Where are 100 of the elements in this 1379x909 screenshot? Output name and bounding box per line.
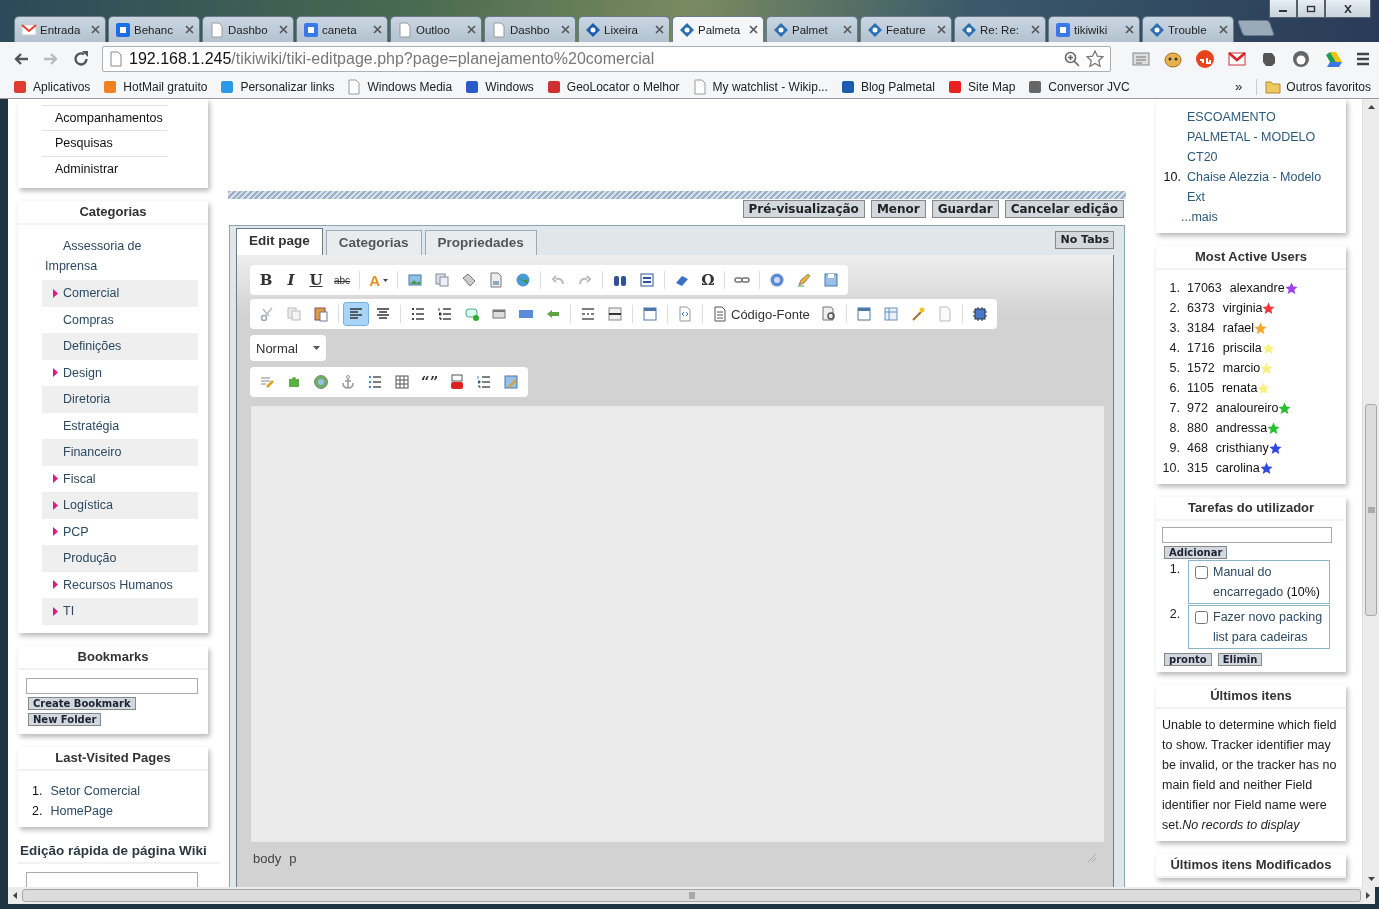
close-button[interactable] xyxy=(1325,0,1371,18)
format-button[interactable]: I xyxy=(279,268,303,292)
align-left-icon[interactable] xyxy=(343,302,369,326)
expand-icon[interactable] xyxy=(53,527,58,537)
input-field[interactable] xyxy=(26,871,198,887)
caret-icon[interactable] xyxy=(382,278,388,282)
browser-tab[interactable]: Entrada xyxy=(14,16,106,42)
category-item[interactable]: PCP xyxy=(42,518,198,545)
form-button[interactable]: pronto xyxy=(1164,653,1212,666)
scrollbar[interactable] xyxy=(8,887,1375,904)
user-link[interactable]: virginia xyxy=(1222,298,1263,318)
category-item[interactable]: Compras xyxy=(42,306,198,333)
browser-tab[interactable]: Re: Re: xyxy=(954,16,1046,42)
format-dropdown[interactable]: Normal xyxy=(250,335,326,361)
category-item[interactable]: Produção xyxy=(42,545,198,572)
bookmark-link[interactable]: Aplicativos xyxy=(12,78,91,95)
browser-tab[interactable]: caneta xyxy=(296,16,388,42)
category-item[interactable]: Financeiro xyxy=(42,439,198,466)
expand-icon[interactable] xyxy=(53,288,58,298)
format-button[interactable]: Ω xyxy=(695,268,720,292)
form-button[interactable]: Elimin xyxy=(1217,653,1263,666)
checkbox[interactable] xyxy=(1195,611,1208,624)
bookmark-link[interactable]: HotMail gratuito xyxy=(102,78,208,95)
resize-handle-icon[interactable] xyxy=(1087,853,1097,863)
browser-tab[interactable]: Trouble xyxy=(1142,16,1234,42)
close-icon[interactable] xyxy=(561,25,570,34)
expand-icon[interactable] xyxy=(53,500,58,510)
grip-icon[interactable] xyxy=(1367,507,1375,513)
category-item[interactable]: Fiscal xyxy=(42,465,198,492)
bookmark-link[interactable]: Site Map xyxy=(946,78,1016,95)
close-icon[interactable] xyxy=(749,25,758,34)
element-path-link[interactable]: p xyxy=(289,850,297,866)
bookmark-link[interactable]: Personalizar links xyxy=(219,78,335,95)
address-field[interactable]: 192.168.1.245/tikiwiki/tiki-editpage.php?page=planejamento%20comercial xyxy=(102,45,1111,72)
menu-link[interactable]: Administrar xyxy=(42,157,167,182)
zoom-icon[interactable] xyxy=(1064,50,1080,67)
user-link[interactable]: analoureiro xyxy=(1215,398,1279,418)
user-link[interactable]: andressa xyxy=(1215,418,1268,438)
maximize-button[interactable] xyxy=(1297,0,1325,18)
ring-icon[interactable] xyxy=(1291,48,1311,69)
circle-logo-icon[interactable] xyxy=(1195,48,1215,69)
item-link[interactable]: ESCOAMENTO PALMETAL - MODELO CT20 xyxy=(1187,107,1327,167)
action-button[interactable]: Menor xyxy=(870,200,926,218)
close-icon[interactable] xyxy=(1125,25,1134,34)
menu-link[interactable]: Pesquisas xyxy=(42,131,167,157)
bookmark-folder[interactable]: Outros favoritos xyxy=(1256,78,1371,95)
close-icon[interactable] xyxy=(843,25,852,34)
no-tabs-button[interactable]: No Tabs xyxy=(1055,231,1114,249)
close-icon[interactable] xyxy=(279,25,288,34)
user-link[interactable]: renata xyxy=(1221,378,1258,398)
bookmark-link[interactable]: Conversor JVC xyxy=(1027,78,1130,95)
action-button[interactable]: Cancelar edição xyxy=(1004,200,1124,218)
browser-tab[interactable]: Palmeta xyxy=(672,16,764,42)
action-button[interactable]: Pré-visualização xyxy=(742,200,865,218)
browser-tab[interactable]: Dashbo xyxy=(202,16,294,42)
more-bookmarks-button[interactable]: » xyxy=(1235,79,1243,94)
bookmark-link[interactable]: Blog Palmetal xyxy=(839,78,935,95)
category-item[interactable]: Diretoria xyxy=(42,386,198,413)
add-button[interactable]: Adicionar xyxy=(1164,546,1228,559)
item-link[interactable]: Chaise Alezzia - Modelo Ext xyxy=(1187,167,1327,207)
bookmark-link[interactable]: Windows xyxy=(464,78,534,95)
close-icon[interactable] xyxy=(373,25,382,34)
back-icon[interactable] xyxy=(12,50,30,67)
bookmark-link[interactable]: My watchlist - Wikip... xyxy=(691,78,828,95)
input-field[interactable] xyxy=(26,677,198,694)
menu-link[interactable]: Acompanhamentos xyxy=(42,105,167,131)
close-icon[interactable] xyxy=(91,25,100,34)
scroll-left-icon[interactable] xyxy=(12,891,18,900)
page-link[interactable]: HomePage xyxy=(50,800,113,821)
reload-icon[interactable] xyxy=(72,49,90,68)
close-icon[interactable] xyxy=(185,25,194,34)
format-button[interactable]: abc xyxy=(329,268,356,292)
grip-icon[interactable] xyxy=(688,892,695,899)
scroll-up-icon[interactable] xyxy=(1366,104,1376,110)
user-link[interactable]: cristhiany xyxy=(1215,438,1269,458)
scroll-down-icon[interactable] xyxy=(1366,876,1376,882)
page-link[interactable]: Setor Comercial xyxy=(50,780,141,801)
scroll-thumb[interactable] xyxy=(1365,404,1377,616)
bookmark-link[interactable]: GeoLocator o Melhor xyxy=(545,78,680,95)
browser-tab[interactable]: Behanc xyxy=(108,16,200,42)
menu-icon[interactable] xyxy=(1355,50,1371,67)
action-button[interactable]: Guardar xyxy=(931,200,999,218)
browser-tab[interactable]: Feature xyxy=(860,16,952,42)
close-icon[interactable] xyxy=(467,25,476,34)
tab[interactable]: Edit page xyxy=(236,228,323,255)
star-icon[interactable] xyxy=(1086,49,1104,68)
browser-tab[interactable]: Lixeira xyxy=(578,16,670,42)
form-button[interactable]: New Folder xyxy=(28,712,102,726)
category-item[interactable]: Design xyxy=(42,359,198,386)
minimize-button[interactable] xyxy=(1269,0,1297,18)
element-path-link[interactable]: body xyxy=(253,850,282,866)
caret-icon[interactable] xyxy=(313,346,320,350)
expand-icon[interactable] xyxy=(53,580,58,590)
maximize-icon[interactable] xyxy=(1306,4,1316,13)
user-link[interactable]: priscila xyxy=(1222,338,1262,358)
expand-icon[interactable] xyxy=(53,474,58,484)
close-icon[interactable] xyxy=(655,25,664,34)
checkbox[interactable] xyxy=(1195,566,1208,579)
close-icon[interactable] xyxy=(1343,4,1353,13)
tab[interactable]: Categorias xyxy=(325,230,422,255)
